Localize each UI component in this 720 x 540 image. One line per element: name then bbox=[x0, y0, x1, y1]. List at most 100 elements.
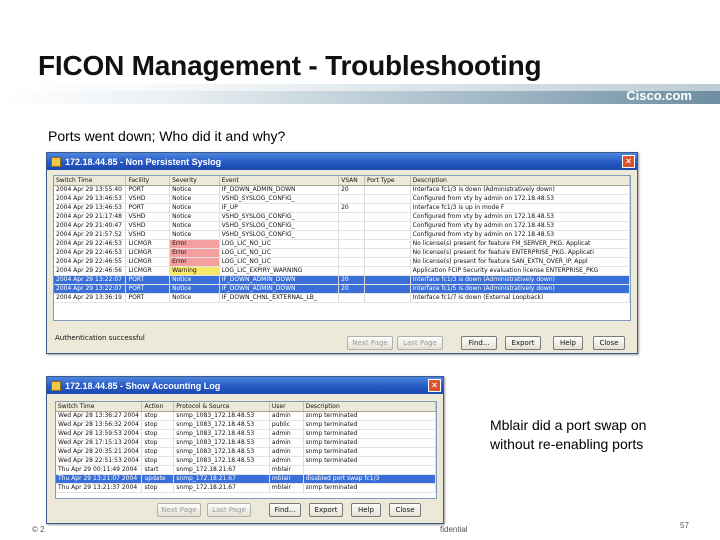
table-row[interactable]: Thu Apr 29 13:21:07 2004 update snmp_172.1… bbox=[56, 474, 436, 484]
table-cell: Wed Apr 28 13:36:27 2004 bbox=[56, 411, 143, 421]
table-row[interactable]: 2004 Apr 29 13:36:19 PORT Notice IF_DOWN_CH… bbox=[54, 293, 630, 303]
table-cell: Configured from vty by admin on 172.18.4… bbox=[410, 194, 630, 204]
table-cell: snmp_172.18.21.67 bbox=[173, 474, 270, 484]
help-button[interactable]: Help bbox=[351, 503, 381, 517]
table-row[interactable]: Thu Apr 29 13:21:37 2004 stop snmp_172.18.… bbox=[56, 483, 436, 493]
next-page-button[interactable]: Next Page bbox=[157, 503, 201, 517]
table-cell: IF_DOWN_CHNL_EXTERNAL_LB_ bbox=[219, 293, 340, 303]
table-cell: LICMGR bbox=[125, 257, 171, 267]
export-button[interactable]: Export bbox=[505, 336, 541, 350]
table-cell: 2004 Apr 29 13:46:53 bbox=[54, 194, 127, 204]
table-row[interactable]: 2004 Apr 29 13:46:53 VSHD Notice VSHD_SYSLO… bbox=[54, 194, 630, 204]
table-cell: VSHD bbox=[125, 221, 171, 231]
table-cell: snmp_1083_172.18.48.53 bbox=[173, 411, 270, 421]
table-cell: stop bbox=[141, 429, 175, 439]
close-icon[interactable]: × bbox=[428, 379, 441, 392]
table-cell bbox=[364, 221, 411, 231]
close-button[interactable]: Close bbox=[593, 336, 625, 350]
table-row[interactable]: Thu Apr 29 00:11:49 2004 start snmp_172.18… bbox=[56, 465, 436, 475]
last-page-button[interactable]: Last Page bbox=[397, 336, 443, 350]
table-cell bbox=[364, 284, 411, 294]
table-cell: snmp terminated bbox=[303, 420, 436, 430]
table-cell: 2004 Apr 29 13:22:07 bbox=[54, 275, 127, 285]
table-cell: LOG_LIC_NO_LIC bbox=[219, 257, 340, 267]
table-row[interactable]: 2004 Apr 29 22:46:53 LICMGR Error LOG_LIC_N… bbox=[54, 239, 630, 249]
table-cell bbox=[338, 194, 365, 204]
table-cell: Notice bbox=[169, 194, 220, 204]
export-button[interactable]: Export bbox=[309, 503, 343, 517]
table-cell: Interface fc1/3 is down (Administrativel… bbox=[410, 275, 630, 285]
table-cell: admin bbox=[269, 429, 304, 439]
table-row[interactable]: Wed Apr 28 13:59:53 2004 stop snmp_1083_17… bbox=[56, 429, 436, 439]
last-page-button[interactable]: Last Page bbox=[207, 503, 251, 517]
accounting-window-titlebar[interactable]: 172.18.44.85 - Show Accounting Log bbox=[47, 377, 443, 394]
column-header[interactable]: Facility bbox=[125, 176, 171, 186]
table-row[interactable]: 2004 Apr 29 21:17:48 VSHD Notice VSHD_SYSLO… bbox=[54, 212, 630, 222]
table-cell: 2004 Apr 29 22:46:56 bbox=[54, 266, 127, 276]
syslog-window-title: 172.18.44.85 - Non Persistent Syslog bbox=[65, 156, 222, 167]
syslog-window-titlebar[interactable]: 172.18.44.85 - Non Persistent Syslog bbox=[47, 153, 637, 170]
table-row[interactable]: 2004 Apr 29 22:46:56 LICMGR Warning LOG_LIC… bbox=[54, 266, 630, 276]
table-cell: Notice bbox=[169, 275, 220, 285]
table-cell: Thu Apr 29 13:21:07 2004 bbox=[56, 474, 143, 484]
table-cell: Wed Apr 28 20:35:21 2004 bbox=[56, 447, 143, 457]
table-cell: mblair bbox=[269, 474, 304, 484]
column-header[interactable]: Switch Time bbox=[56, 402, 143, 412]
next-page-button[interactable]: Next Page bbox=[347, 336, 393, 350]
table-cell bbox=[364, 230, 411, 240]
title-bar bbox=[0, 84, 720, 104]
column-header[interactable]: Description bbox=[410, 176, 630, 186]
table-cell bbox=[364, 194, 411, 204]
table-cell bbox=[364, 239, 411, 249]
table-cell bbox=[303, 465, 436, 475]
table-cell: 2004 Apr 29 13:36:19 bbox=[54, 293, 127, 303]
find-button[interactable]: Find... bbox=[269, 503, 301, 517]
find-button[interactable]: Find... bbox=[461, 336, 497, 350]
table-cell: IF_UP bbox=[219, 203, 340, 213]
column-header[interactable]: VSAN bbox=[338, 176, 365, 186]
column-header[interactable]: User bbox=[269, 402, 304, 412]
cisco-logo: Cisco.com bbox=[626, 88, 692, 103]
table-cell: mblair bbox=[269, 483, 304, 493]
table-row[interactable]: 2004 Apr 29 13:22:07 PORT Notice IF_DOWN_AD… bbox=[54, 284, 630, 294]
column-header[interactable]: Event bbox=[219, 176, 340, 186]
table-cell: admin bbox=[269, 411, 304, 421]
copyright-text: © 2 bbox=[32, 525, 45, 534]
table-cell: snmp_1083_172.18.48.53 bbox=[173, 447, 270, 457]
table-cell: Configured from vty by admin on 172.18.4… bbox=[410, 212, 630, 222]
syslog-table[interactable]: Switch Time Facility Severity Event VSAN Port… bbox=[53, 175, 631, 321]
column-header[interactable]: Description bbox=[303, 402, 436, 412]
column-header[interactable]: Switch Time bbox=[54, 176, 127, 186]
accounting-table[interactable]: Switch Time Action Protocol & Source User De… bbox=[55, 401, 437, 499]
table-cell: LICMGR bbox=[125, 266, 171, 276]
table-row[interactable]: Wed Apr 28 22:51:53 2004 stop snmp_1083_17… bbox=[56, 456, 436, 466]
table-cell: snmp terminated bbox=[303, 483, 436, 493]
column-header[interactable]: Action bbox=[141, 402, 175, 412]
column-header[interactable]: Protocol & Source bbox=[173, 402, 270, 412]
table-row[interactable]: 2004 Apr 29 21:57:52 VSHD Notice VSHD_SYSLO… bbox=[54, 230, 630, 240]
close-icon[interactable]: × bbox=[622, 155, 635, 168]
table-row[interactable]: 2004 Apr 29 13:46:53 PORT Notice IF_UP 20 Int… bbox=[54, 203, 630, 213]
table-row[interactable]: 2004 Apr 29 13:55:40 PORT Notice IF_DOWN_AD… bbox=[54, 185, 630, 195]
table-cell bbox=[338, 266, 365, 276]
table-row[interactable]: 2004 Apr 29 22:46:53 LICMGR Error LOG_LIC_N… bbox=[54, 248, 630, 258]
close-button[interactable]: Close bbox=[389, 503, 421, 517]
table-cell: PORT bbox=[125, 185, 171, 195]
help-button[interactable]: Help bbox=[553, 336, 583, 350]
column-header[interactable]: Port Type bbox=[364, 176, 411, 186]
table-cell: stop bbox=[141, 411, 175, 421]
table-row[interactable]: 2004 Apr 29 21:40:47 VSHD Notice VSHD_SYSLO… bbox=[54, 221, 630, 231]
table-row[interactable]: Wed Apr 28 13:36:27 2004 stop snmp_1083_17… bbox=[56, 411, 436, 421]
table-cell: stop bbox=[141, 420, 175, 430]
table-row[interactable]: 2004 Apr 29 13:22:07 PORT Notice IF_DOWN_AD… bbox=[54, 275, 630, 285]
table-row[interactable]: 2004 Apr 29 22:46:55 LICMGR Error LOG_LIC_N… bbox=[54, 257, 630, 267]
table-row[interactable]: Wed Apr 28 13:56:32 2004 stop snmp_1083_17… bbox=[56, 420, 436, 430]
column-header[interactable]: Severity bbox=[169, 176, 220, 186]
table-row[interactable]: Wed Apr 28 17:15:13 2004 stop snmp_1083_17… bbox=[56, 438, 436, 448]
table-row[interactable]: Wed Apr 28 20:35:21 2004 stop snmp_1083_17… bbox=[56, 447, 436, 457]
table-cell: Thu Apr 29 00:11:49 2004 bbox=[56, 465, 143, 475]
table-cell: stop bbox=[141, 456, 175, 466]
table-cell: admin bbox=[269, 447, 304, 457]
table-cell: Notice bbox=[169, 185, 220, 195]
table-cell: 2004 Apr 29 21:40:47 bbox=[54, 221, 127, 231]
